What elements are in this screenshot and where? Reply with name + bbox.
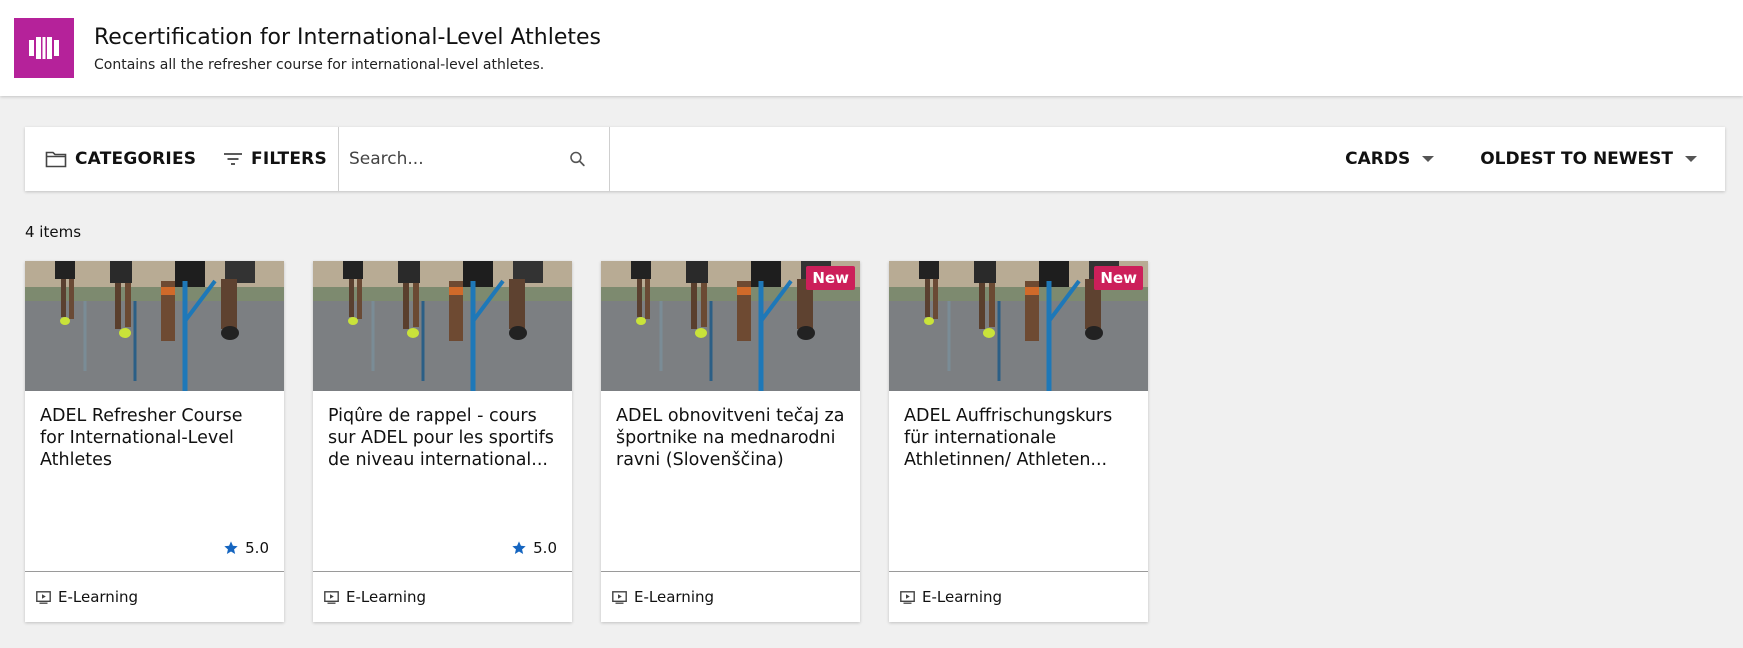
sort-label: OLDEST TO NEWEST — [1480, 149, 1673, 169]
card-body: ADEL Refresher Course for International-… — [25, 391, 284, 571]
card-footer: E-Learning — [889, 571, 1148, 622]
content-type-label: E-Learning — [58, 588, 139, 606]
toolbar: CATEGORIES FILTERS CARDS OLDEST TO NEWES… — [25, 127, 1725, 191]
rating-value: 5.0 — [533, 539, 557, 557]
caret-down-icon — [1685, 155, 1697, 162]
search-input[interactable] — [349, 149, 568, 169]
search-box — [338, 127, 610, 191]
channel-icon — [29, 37, 59, 59]
card-footer: E-Learning — [313, 571, 572, 622]
new-badge: New — [806, 266, 855, 290]
course-card[interactable]: Piqûre de rappel - cours sur ADEL pour l… — [313, 261, 572, 622]
card-body: ADEL obnovitveni tečaj za športnike na m… — [601, 391, 860, 571]
view-mode-dropdown[interactable]: CARDS — [1345, 127, 1435, 191]
card-title: ADEL Auffrischungskurs für international… — [904, 406, 1113, 470]
rating-value: 5.0 — [245, 539, 269, 557]
categories-button[interactable]: CATEGORIES — [25, 127, 223, 191]
content-type-label: E-Learning — [922, 588, 1003, 606]
card-grid: ADEL Refresher Course for International-… — [25, 261, 1177, 622]
search-icon[interactable] — [568, 147, 587, 171]
new-badge: New — [1094, 266, 1143, 290]
video-play-icon — [900, 590, 915, 604]
video-play-icon — [36, 590, 51, 604]
page-header: Recertification for International-Level … — [0, 0, 1743, 96]
card-title: Piqûre de rappel - cours sur ADEL pour l… — [328, 406, 554, 470]
course-card[interactable]: ADEL obnovitveni tečaj za športnike na m… — [601, 261, 860, 622]
channel-logo — [14, 18, 74, 78]
rating: 5.0 — [511, 539, 557, 557]
filters-label: FILTERS — [251, 149, 327, 169]
video-play-icon — [324, 590, 339, 604]
header-text: Recertification for International-Level … — [94, 24, 601, 73]
content-type-label: E-Learning — [634, 588, 715, 606]
page-title: Recertification for International-Level … — [94, 24, 601, 50]
star-icon — [512, 541, 526, 554]
filter-icon — [224, 153, 242, 165]
card-body: Piqûre de rappel - cours sur ADEL pour l… — [313, 391, 572, 571]
card-footer: E-Learning — [601, 571, 860, 622]
star-icon — [224, 541, 238, 554]
content-type-label: E-Learning — [346, 588, 427, 606]
course-card[interactable]: ADEL Auffrischungskurs für international… — [889, 261, 1148, 622]
card-title: ADEL obnovitveni tečaj za športnike na m… — [616, 406, 845, 470]
course-thumbnail — [313, 261, 572, 391]
caret-down-icon — [1422, 155, 1435, 162]
categories-label: CATEGORIES — [75, 149, 197, 169]
card-body: ADEL Auffrischungskurs für international… — [889, 391, 1148, 571]
rating: 5.0 — [223, 539, 269, 557]
card-footer: E-Learning — [25, 571, 284, 622]
filters-button[interactable]: FILTERS — [223, 127, 338, 191]
items-count: 4 items — [25, 223, 82, 241]
card-title: ADEL Refresher Course for International-… — [40, 406, 243, 470]
sort-dropdown[interactable]: OLDEST TO NEWEST — [1480, 127, 1697, 191]
course-card[interactable]: ADEL Refresher Course for International-… — [25, 261, 284, 622]
view-mode-label: CARDS — [1345, 149, 1411, 169]
page-subtitle: Contains all the refresher course for in… — [94, 56, 545, 73]
folder-icon — [45, 151, 67, 168]
course-thumbnail — [25, 261, 284, 391]
video-play-icon — [612, 590, 627, 604]
